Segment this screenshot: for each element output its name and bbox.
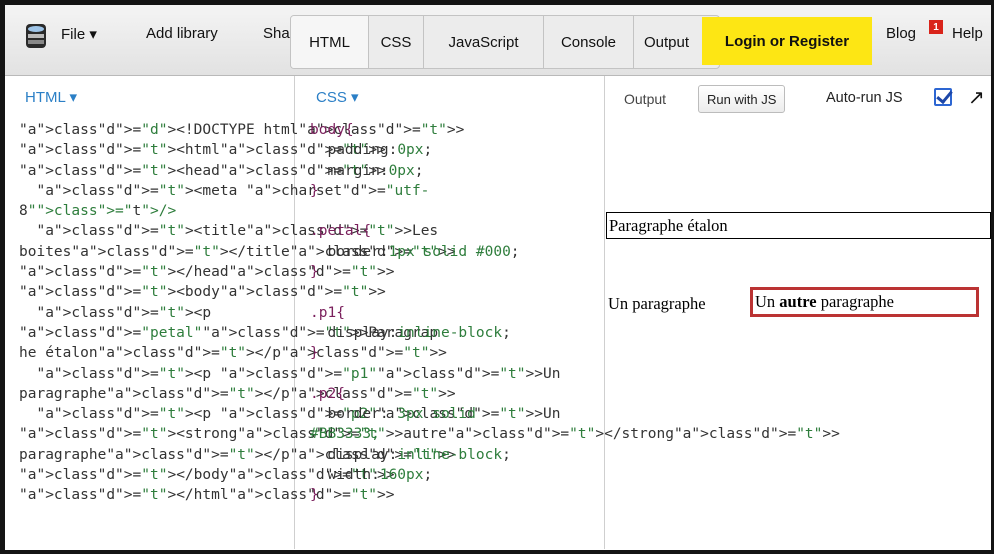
- p1-paragraph: Un paragraphe: [608, 294, 706, 313]
- code-line[interactable]: display:inline-block;: [310, 445, 520, 465]
- code-line[interactable]: }: [310, 262, 520, 282]
- tab-css[interactable]: CSS: [369, 16, 424, 68]
- code-line[interactable]: body{: [310, 120, 520, 140]
- blog-notification-badge: 1: [929, 20, 943, 34]
- p2-text-after: paragraphe: [816, 292, 894, 311]
- output-pane: Output Run with JS Auto-run JS ↗ Paragra…: [606, 76, 991, 549]
- output-label: Output: [624, 91, 667, 107]
- code-line[interactable]: [310, 364, 520, 384]
- code-line[interactable]: .petal{: [310, 221, 520, 241]
- add-library-button[interactable]: Add library: [146, 25, 218, 42]
- css-pane-title[interactable]: CSS ▾: [316, 88, 359, 106]
- toolbar: File ▾ Add library Share HTML CSS JavaSc…: [5, 5, 991, 76]
- code-line[interactable]: border: 3px solid: [310, 404, 520, 424]
- code-line[interactable]: }: [310, 181, 520, 201]
- code-line[interactable]: display:inline-block;: [310, 323, 520, 343]
- css-code-editor[interactable]: body{ padding:0px; margin:0px;} .petal{ …: [310, 120, 520, 506]
- css-editor-pane[interactable]: CSS ▾ body{ padding:0px; margin:0px;} .p…: [296, 76, 605, 549]
- tab-console[interactable]: Console: [544, 16, 634, 68]
- tab-javascript[interactable]: JavaScript: [424, 16, 544, 68]
- help-link[interactable]: Help: [952, 25, 983, 42]
- code-line[interactable]: margin:0px;: [310, 161, 520, 181]
- file-menu[interactable]: File ▾: [61, 25, 97, 43]
- p2-paragraph: Un autre paragraphe: [750, 287, 979, 317]
- code-line[interactable]: #BB3333;: [310, 424, 520, 444]
- panel-tabs: HTML CSS JavaScript Console Output: [290, 15, 720, 69]
- popout-arrow-icon[interactable]: ↗: [968, 85, 985, 110]
- login-register-button[interactable]: Login or Register: [702, 17, 872, 65]
- run-with-js-button[interactable]: Run with JS: [698, 85, 786, 113]
- autorun-checkbox[interactable]: [934, 88, 952, 106]
- html-pane-title[interactable]: HTML ▾: [25, 88, 77, 106]
- code-line[interactable]: }: [310, 485, 520, 505]
- p2-strong-text: autre: [779, 292, 817, 311]
- code-line[interactable]: border:1px solid #000;: [310, 242, 519, 262]
- code-line[interactable]: [310, 282, 520, 302]
- code-line[interactable]: .p1{: [310, 303, 520, 323]
- blog-link[interactable]: Blog: [886, 25, 916, 42]
- html-editor-pane[interactable]: HTML ▾ "a">class"d">="d"><!DOCTYPE html"…: [5, 76, 840, 549]
- tab-html[interactable]: HTML: [291, 16, 369, 68]
- autorun-label: Auto-run JS: [826, 90, 903, 106]
- code-line[interactable]: [310, 201, 520, 221]
- code-line[interactable]: padding:0px;: [310, 140, 520, 160]
- code-line[interactable]: .p2{: [310, 384, 520, 404]
- code-line[interactable]: width:160px;: [310, 465, 520, 485]
- p2-text-before: Un: [755, 292, 780, 311]
- code-line[interactable]: }: [310, 343, 520, 363]
- petal-paragraph: Paragraphe étalon: [606, 212, 991, 239]
- jsbin-logo-icon[interactable]: [25, 22, 47, 50]
